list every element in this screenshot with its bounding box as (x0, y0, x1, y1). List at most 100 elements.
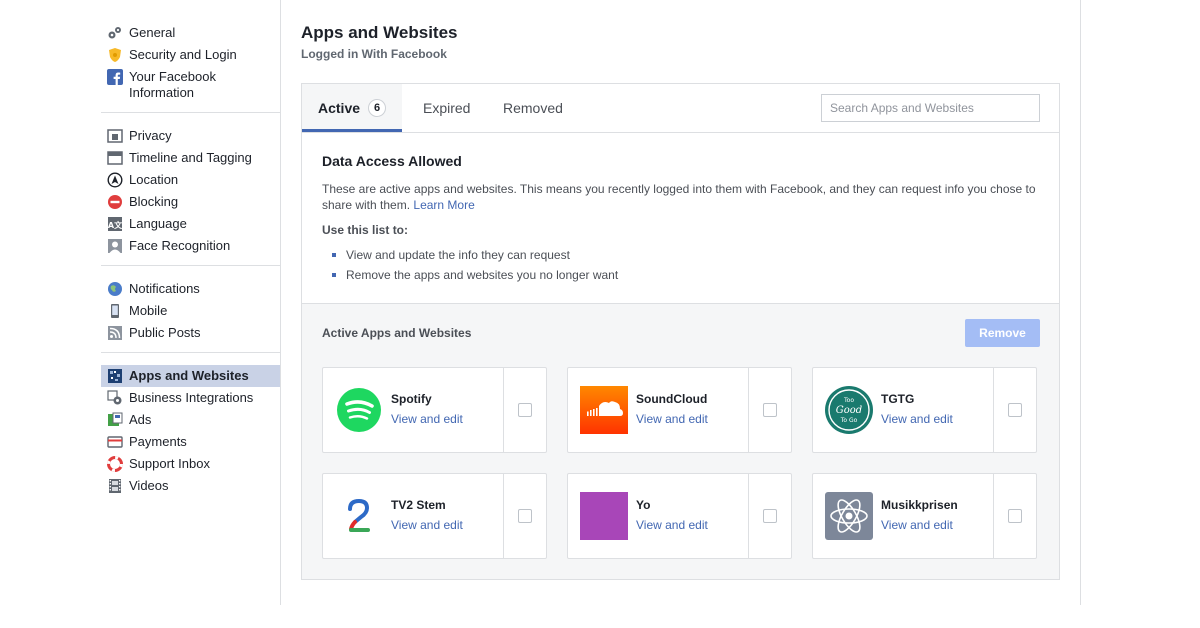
lifebuoy-icon (107, 456, 123, 472)
sidebar-item-language[interactable]: A文 Language (101, 213, 280, 235)
location-icon (107, 172, 123, 188)
tgtg-logo-icon: Too Good To Go (825, 386, 873, 434)
sidebar-item-label: General (129, 25, 176, 40)
gear-icon (107, 390, 123, 406)
select-checkbox[interactable] (1008, 509, 1022, 523)
lock-icon (107, 128, 123, 144)
film-icon (107, 478, 123, 494)
sidebar-item-label: Mobile (129, 303, 168, 318)
sidebar-item-label: Payments (129, 434, 187, 449)
face-icon (107, 238, 123, 254)
sidebar-item-label: Security and Login (129, 47, 237, 62)
sidebar-item-label: Ads (129, 412, 152, 427)
view-and-edit-link[interactable]: View and edit (636, 412, 708, 426)
sidebar-item-notifications[interactable]: Notifications (101, 278, 280, 300)
app-card-musikkprisen[interactable]: Musikkprisen View and edit (812, 473, 1037, 559)
yo-logo-icon (580, 492, 628, 540)
tgtg-logo-text-top: Too (843, 397, 854, 404)
select-checkbox[interactable] (1008, 403, 1022, 417)
sidebar-item-business-integrations[interactable]: Business Integrations (101, 387, 280, 409)
sidebar-item-facebook-info[interactable]: Your Facebook Information (101, 66, 280, 104)
select-checkbox[interactable] (518, 403, 532, 417)
tab-active-label: Active (318, 100, 361, 116)
content-right-border (1080, 0, 1081, 605)
tgtg-logo-text-middle: Good (836, 405, 862, 416)
sidebar-item-label: Timeline and Tagging (129, 150, 252, 165)
atom-logo-icon (825, 492, 873, 540)
search-input[interactable] (821, 94, 1040, 122)
app-name: Musikkprisen (881, 498, 958, 512)
remove-button[interactable]: Remove (965, 319, 1040, 347)
apps-panel: Active 6 Expired Removed Data Access Allo… (301, 83, 1060, 580)
sidebar-item-ads[interactable]: Ads (101, 409, 280, 431)
view-and-edit-link[interactable]: View and edit (636, 518, 708, 532)
app-name: TV2 Stem (391, 498, 446, 512)
nav-group-apps: Apps and Websites Business Integrations … (101, 361, 280, 505)
select-checkbox[interactable] (763, 403, 777, 417)
list-item: View and update the info they can reques… (332, 245, 1039, 265)
sidebar-item-support-inbox[interactable]: Support Inbox (101, 453, 280, 475)
sidebar-item-timeline[interactable]: Timeline and Tagging (101, 147, 280, 169)
app-card-yo[interactable]: Yo View and edit (567, 473, 792, 559)
timeline-icon (107, 150, 123, 166)
view-and-edit-link[interactable]: View and edit (391, 518, 463, 532)
app-name: Yo (636, 498, 651, 512)
select-checkbox[interactable] (763, 509, 777, 523)
nav-group-account: General Security and Login Your Facebook… (101, 18, 280, 113)
select-checkbox[interactable] (518, 509, 532, 523)
app-card-spotify[interactable]: Spotify View and edit (322, 367, 547, 453)
sidebar-item-label: Public Posts (129, 325, 201, 340)
apps-icon (107, 368, 123, 384)
data-access-info: Data Access Allowed These are active app… (302, 133, 1059, 304)
svg-text:A文: A文 (108, 220, 123, 230)
tv2-logo-icon (335, 492, 383, 540)
info-description: These are active apps and websites. This… (322, 181, 1039, 213)
tab-active[interactable]: Active 6 (302, 84, 403, 132)
use-list-label: Use this list to: (322, 223, 409, 237)
app-card-soundcloud[interactable]: SoundCloud View and edit (567, 367, 792, 453)
spotify-logo-icon (335, 386, 383, 434)
card-divider (993, 368, 994, 452)
sidebar-item-location[interactable]: Location (101, 169, 280, 191)
app-card-tv2-stem[interactable]: TV2 Stem View and edit (322, 473, 547, 559)
card-divider (993, 474, 994, 558)
mobile-icon (107, 303, 123, 319)
tab-expired[interactable]: Expired (423, 84, 470, 132)
ads-icon (107, 412, 123, 428)
sidebar-item-privacy[interactable]: Privacy (101, 125, 280, 147)
settings-sidebar: General Security and Login Your Facebook… (101, 18, 280, 513)
sidebar-item-mobile[interactable]: Mobile (101, 300, 280, 322)
sidebar-item-label: Location (129, 172, 179, 187)
shield-icon (107, 47, 123, 63)
view-and-edit-link[interactable]: View and edit (881, 518, 953, 532)
sidebar-item-security[interactable]: Security and Login (101, 44, 280, 66)
view-and-edit-link[interactable]: View and edit (391, 412, 463, 426)
app-name: Spotify (391, 392, 432, 406)
globe-icon (107, 281, 123, 297)
card-icon (107, 434, 123, 450)
nav-group-privacy: Privacy Timeline and Tagging Location Bl… (101, 121, 280, 266)
sidebar-item-label: Language (129, 216, 187, 231)
app-name: SoundCloud (636, 392, 708, 406)
sidebar-item-videos[interactable]: Videos (101, 475, 280, 497)
soundcloud-logo-icon (580, 386, 628, 434)
card-divider (503, 368, 504, 452)
tab-removed[interactable]: Removed (503, 84, 563, 132)
learn-more-link[interactable]: Learn More (413, 198, 474, 212)
facebook-icon (107, 69, 123, 85)
sidebar-item-blocking[interactable]: Blocking (101, 191, 280, 213)
nav-group-notifications: Notifications Mobile Public Posts (101, 274, 280, 353)
sidebar-item-face-recognition[interactable]: Face Recognition (101, 235, 280, 257)
sidebar-item-label: Your Facebook Information (129, 69, 216, 100)
rss-icon (107, 325, 123, 341)
app-name: TGTG (881, 392, 915, 406)
page-title: Apps and Websites (301, 23, 458, 42)
view-and-edit-link[interactable]: View and edit (881, 412, 953, 426)
app-card-tgtg[interactable]: Too Good To Go TGTG View and edit (812, 367, 1037, 453)
sidebar-item-public-posts[interactable]: Public Posts (101, 322, 280, 344)
card-divider (748, 368, 749, 452)
sidebar-item-general[interactable]: General (101, 22, 280, 44)
sidebar-item-payments[interactable]: Payments (101, 431, 280, 453)
sidebar-item-apps-and-websites[interactable]: Apps and Websites (101, 365, 280, 387)
blocking-icon (107, 194, 123, 210)
